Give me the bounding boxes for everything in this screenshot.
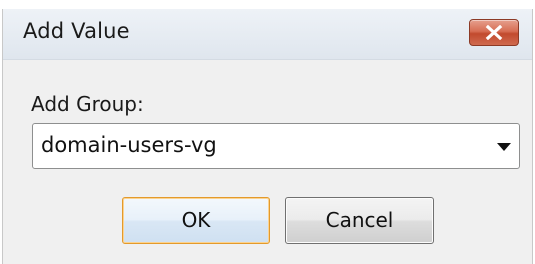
dialog-titlebar[interactable]: Add Value bbox=[3, 9, 532, 60]
add-group-label: Add Group: bbox=[31, 92, 144, 116]
close-x-icon bbox=[485, 25, 503, 40]
dropdown-arrow-icon[interactable] bbox=[497, 143, 511, 151]
cancel-button[interactable]: Cancel bbox=[285, 197, 434, 244]
close-button[interactable] bbox=[469, 19, 519, 46]
group-select-value: domain-users-vg bbox=[41, 133, 217, 157]
add-value-dialog: Add Value Add Group: domain-users-vg OK … bbox=[2, 9, 533, 264]
ok-button[interactable]: OK bbox=[122, 197, 270, 244]
group-select[interactable]: domain-users-vg bbox=[32, 123, 520, 169]
dialog-title: Add Value bbox=[23, 19, 130, 43]
